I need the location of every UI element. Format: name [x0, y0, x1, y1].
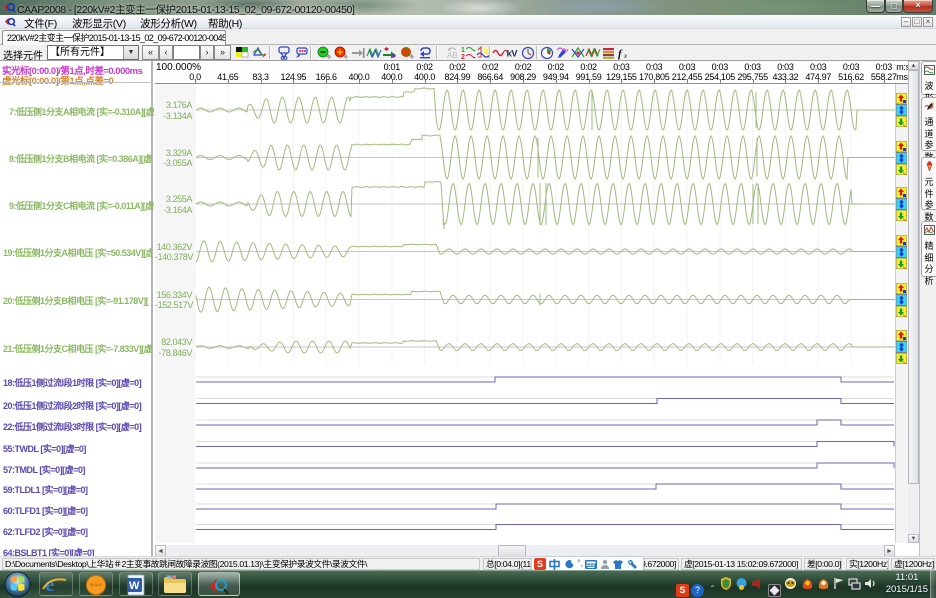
svg-text:W: W [129, 580, 140, 592]
svg-text:1: 1 [461, 47, 465, 54]
svg-text:x: x [623, 52, 628, 60]
svg-text:AB: AB [447, 51, 458, 60]
svg-text:kV: kV [507, 49, 519, 60]
svg-text:f: f [618, 48, 623, 60]
svg-text:2: 2 [461, 54, 465, 61]
